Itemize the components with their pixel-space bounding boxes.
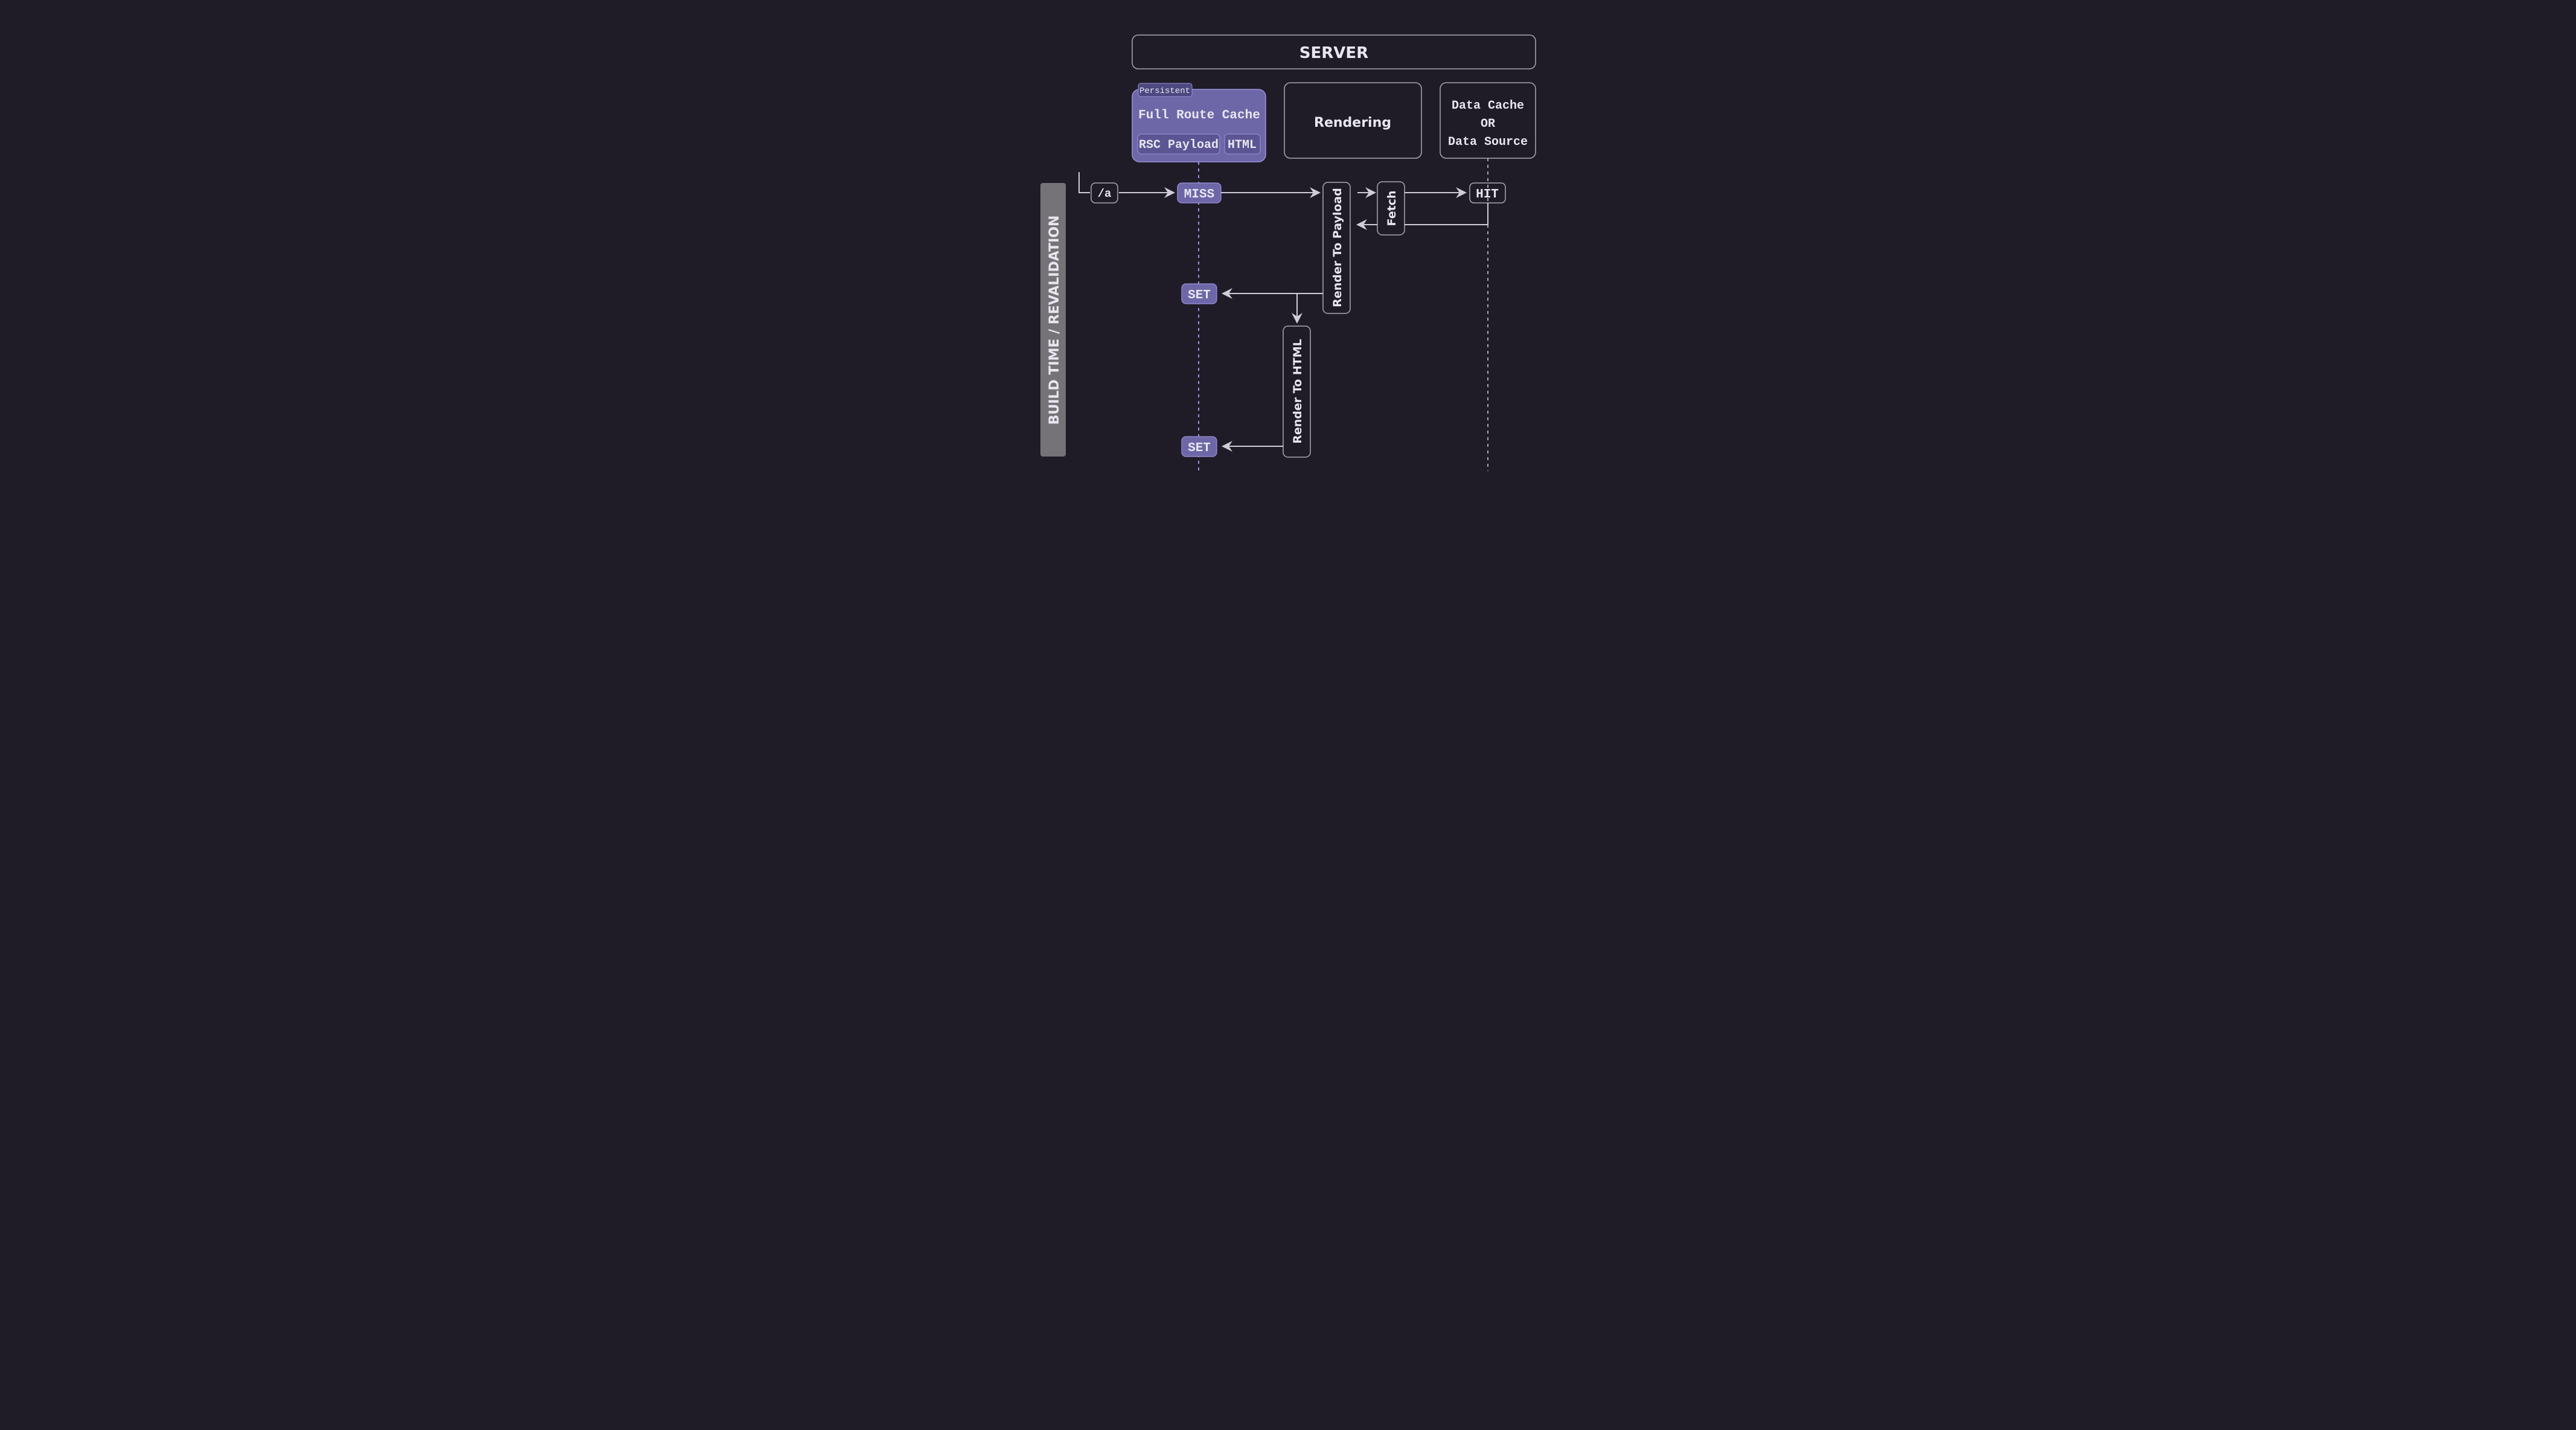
cache-diagram: SERVER Persistent Full Route Cache RSC P…	[846, 0, 1731, 490]
fetch-label: Fetch	[1385, 191, 1399, 226]
data-cache-line2: OR	[1480, 117, 1495, 131]
render-to-html-label: Render To HTML	[1291, 339, 1304, 444]
rendering-label: Rendering	[1314, 115, 1391, 130]
full-route-cache-title: Full Route Cache	[1138, 109, 1260, 123]
render-to-payload-label: Render To Payload	[1331, 188, 1344, 307]
time-bar-label: BUILD TIME / REVALIDATION	[1047, 216, 1062, 425]
hit-label: HIT	[1476, 188, 1499, 202]
rsc-payload-label: RSC Payload	[1138, 138, 1218, 152]
set2-label: SET	[1188, 441, 1211, 455]
set1-label: SET	[1188, 289, 1211, 303]
time-elbow	[1079, 172, 1090, 193]
persistent-tag: Persistent	[1139, 86, 1190, 96]
html-label: HTML	[1227, 138, 1256, 152]
route-chip-label: /a	[1097, 187, 1111, 200]
server-header-label: SERVER	[1299, 44, 1368, 62]
arrow-hit-back-to-fetch	[1405, 203, 1488, 225]
full-route-cache-box: Persistent Full Route Cache RSC Payload …	[1132, 83, 1266, 162]
data-cache-line3: Data Source	[1447, 135, 1527, 149]
miss-label: MISS	[1184, 188, 1214, 202]
data-cache-line1: Data Cache	[1451, 99, 1523, 113]
